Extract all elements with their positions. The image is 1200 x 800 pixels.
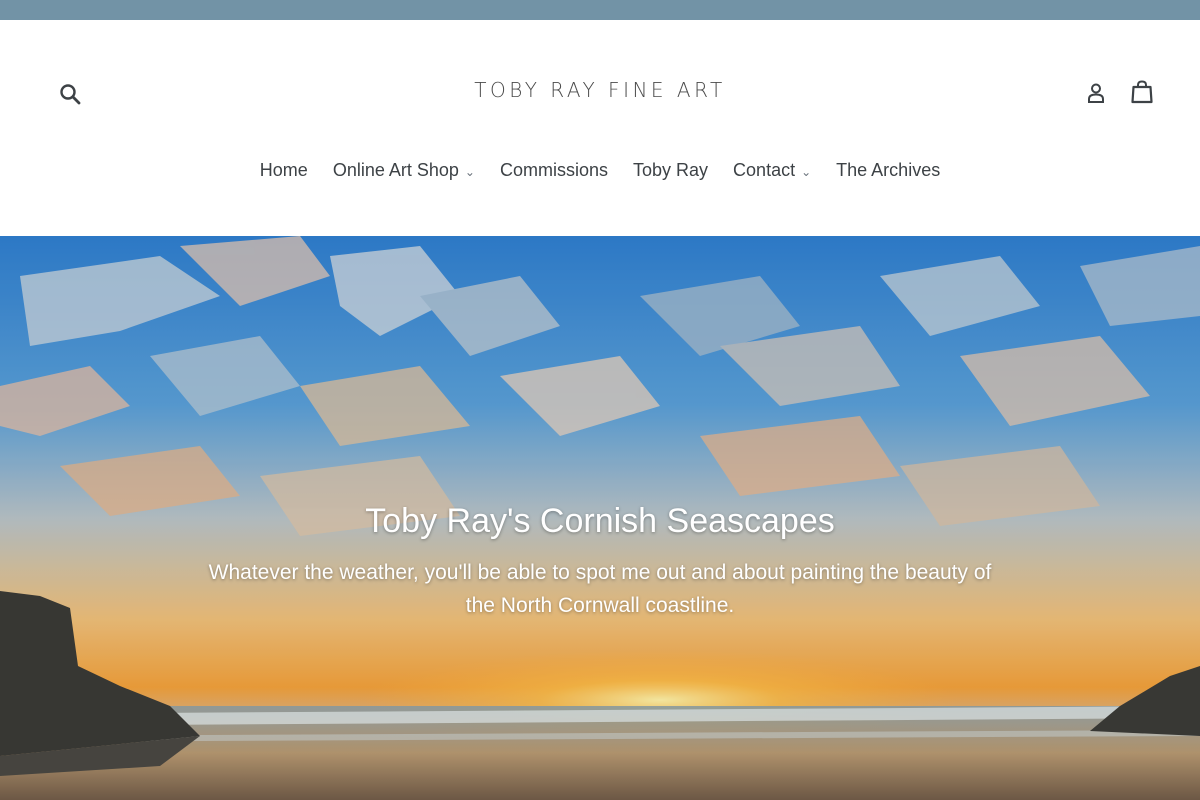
- nav-item-home[interactable]: Home: [260, 160, 308, 181]
- cart-button[interactable]: [1128, 78, 1156, 106]
- nav-item-label: Contact: [733, 160, 796, 180]
- nav-item-label: Home: [259, 160, 308, 180]
- nav-item-label: Commissions: [499, 160, 608, 180]
- hero-banner: Toby Ray's Cornish Seascapes Whatever th…: [0, 236, 1200, 800]
- nav-item-the-archives[interactable]: The Archives: [836, 160, 940, 181]
- user-icon: [1088, 83, 1104, 103]
- nav-item-label: Toby Ray: [633, 160, 709, 180]
- login-button[interactable]: [1083, 80, 1109, 106]
- chevron-down-icon: ⌄: [801, 164, 812, 179]
- logo-link[interactable]: TOBY RAY FINE ART: [474, 78, 726, 102]
- announcement-bar: [0, 0, 1200, 20]
- hero-subtitle: Whatever the weather, you'll be able to …: [208, 561, 992, 617]
- nav-item-label: Online Art Shop: [332, 160, 459, 180]
- nav-item-commissions[interactable]: Commissions: [500, 160, 608, 181]
- nav-item-toby-ray[interactable]: Toby Ray: [633, 160, 708, 181]
- nav-item-online-art-shop[interactable]: Online Art Shop ⌄: [333, 160, 475, 181]
- main-nav: Home Online Art Shop ⌄ Commissions Toby …: [0, 160, 1200, 181]
- site-header: TOBY RAY FINE ART Home Online Art Shop ⌄…: [0, 20, 1200, 236]
- nav-item-label: The Archives: [836, 160, 941, 180]
- nav-item-contact[interactable]: Contact ⌄: [733, 160, 811, 181]
- hero-title: Toby Ray's Cornish Seascapes: [365, 502, 835, 540]
- chevron-down-icon: ⌄: [464, 164, 475, 179]
- site-logo[interactable]: TOBY RAY FINE ART: [0, 78, 1200, 102]
- cart-icon: [1131, 80, 1153, 104]
